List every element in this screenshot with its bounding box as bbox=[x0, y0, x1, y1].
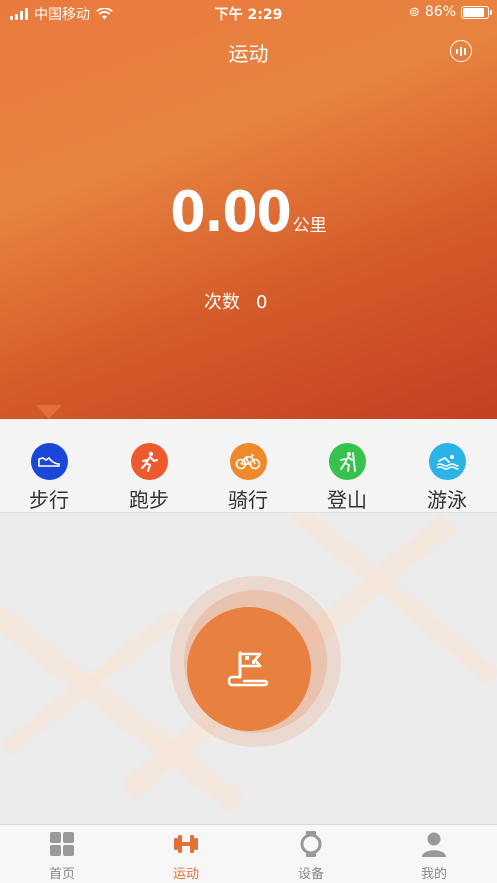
count-value: 0 bbox=[256, 292, 268, 313]
swimming-icon bbox=[428, 443, 466, 480]
activity-selector: 步行 跑步 骑行 登山 游泳 bbox=[0, 405, 497, 513]
selection-pointer bbox=[36, 405, 62, 419]
tab-label: 运动 bbox=[172, 867, 199, 882]
rotation-lock-icon: ⊚ bbox=[408, 4, 420, 20]
shoe-icon bbox=[30, 443, 68, 480]
running-icon bbox=[130, 443, 168, 480]
distance-unit: 公里 bbox=[292, 216, 327, 236]
distance-value: 0.00 bbox=[170, 180, 291, 245]
bicycle-icon bbox=[229, 443, 267, 480]
battery-icon bbox=[461, 5, 492, 19]
tab-home[interactable]: 首页 bbox=[22, 831, 102, 882]
watch-icon bbox=[300, 831, 322, 857]
activity-cycling[interactable]: 骑行 bbox=[208, 443, 288, 513]
activity-label: 游泳 bbox=[427, 488, 467, 512]
tab-profile[interactable]: 我的 bbox=[394, 831, 474, 882]
activity-label: 步行 bbox=[29, 488, 69, 512]
distance-display: 0.00 公里 bbox=[0, 180, 497, 245]
flag-icon bbox=[227, 651, 269, 687]
start-workout-button[interactable] bbox=[187, 607, 311, 731]
activity-label: 骑行 bbox=[228, 488, 268, 512]
activity-label: 登山 bbox=[327, 488, 367, 512]
tab-label: 首页 bbox=[48, 867, 75, 882]
activity-label: 跑步 bbox=[129, 488, 169, 512]
tab-sport[interactable]: 运动 bbox=[146, 831, 226, 882]
activity-walking[interactable]: 步行 bbox=[9, 443, 89, 513]
page-title: 运动 bbox=[228, 42, 269, 66]
climbing-icon bbox=[328, 443, 366, 480]
count-label: 次数 bbox=[204, 292, 240, 313]
hero-panel: 中国移动 下午 2:29 ⊚ 86% 运动 0.00 公里 次数 0 bbox=[0, 0, 497, 419]
status-bar: 中国移动 下午 2:29 ⊚ 86% bbox=[0, 0, 497, 26]
person-icon bbox=[422, 832, 446, 857]
activity-swimming[interactable]: 游泳 bbox=[407, 443, 487, 513]
bar-chart-icon[interactable] bbox=[450, 40, 472, 62]
battery-fill bbox=[463, 7, 484, 17]
workout-count: 次数 0 bbox=[204, 288, 267, 314]
tab-bar: 首页 运动 设备 我的 bbox=[0, 824, 497, 883]
dumbbell-icon bbox=[174, 835, 198, 853]
tab-device[interactable]: 设备 bbox=[271, 831, 351, 882]
tab-label: 我的 bbox=[420, 867, 447, 882]
activity-climbing[interactable]: 登山 bbox=[307, 443, 387, 513]
battery-percent: 86% bbox=[424, 4, 456, 20]
tab-label: 设备 bbox=[297, 867, 324, 882]
grid-icon bbox=[50, 832, 74, 856]
activity-running[interactable]: 跑步 bbox=[109, 443, 189, 513]
